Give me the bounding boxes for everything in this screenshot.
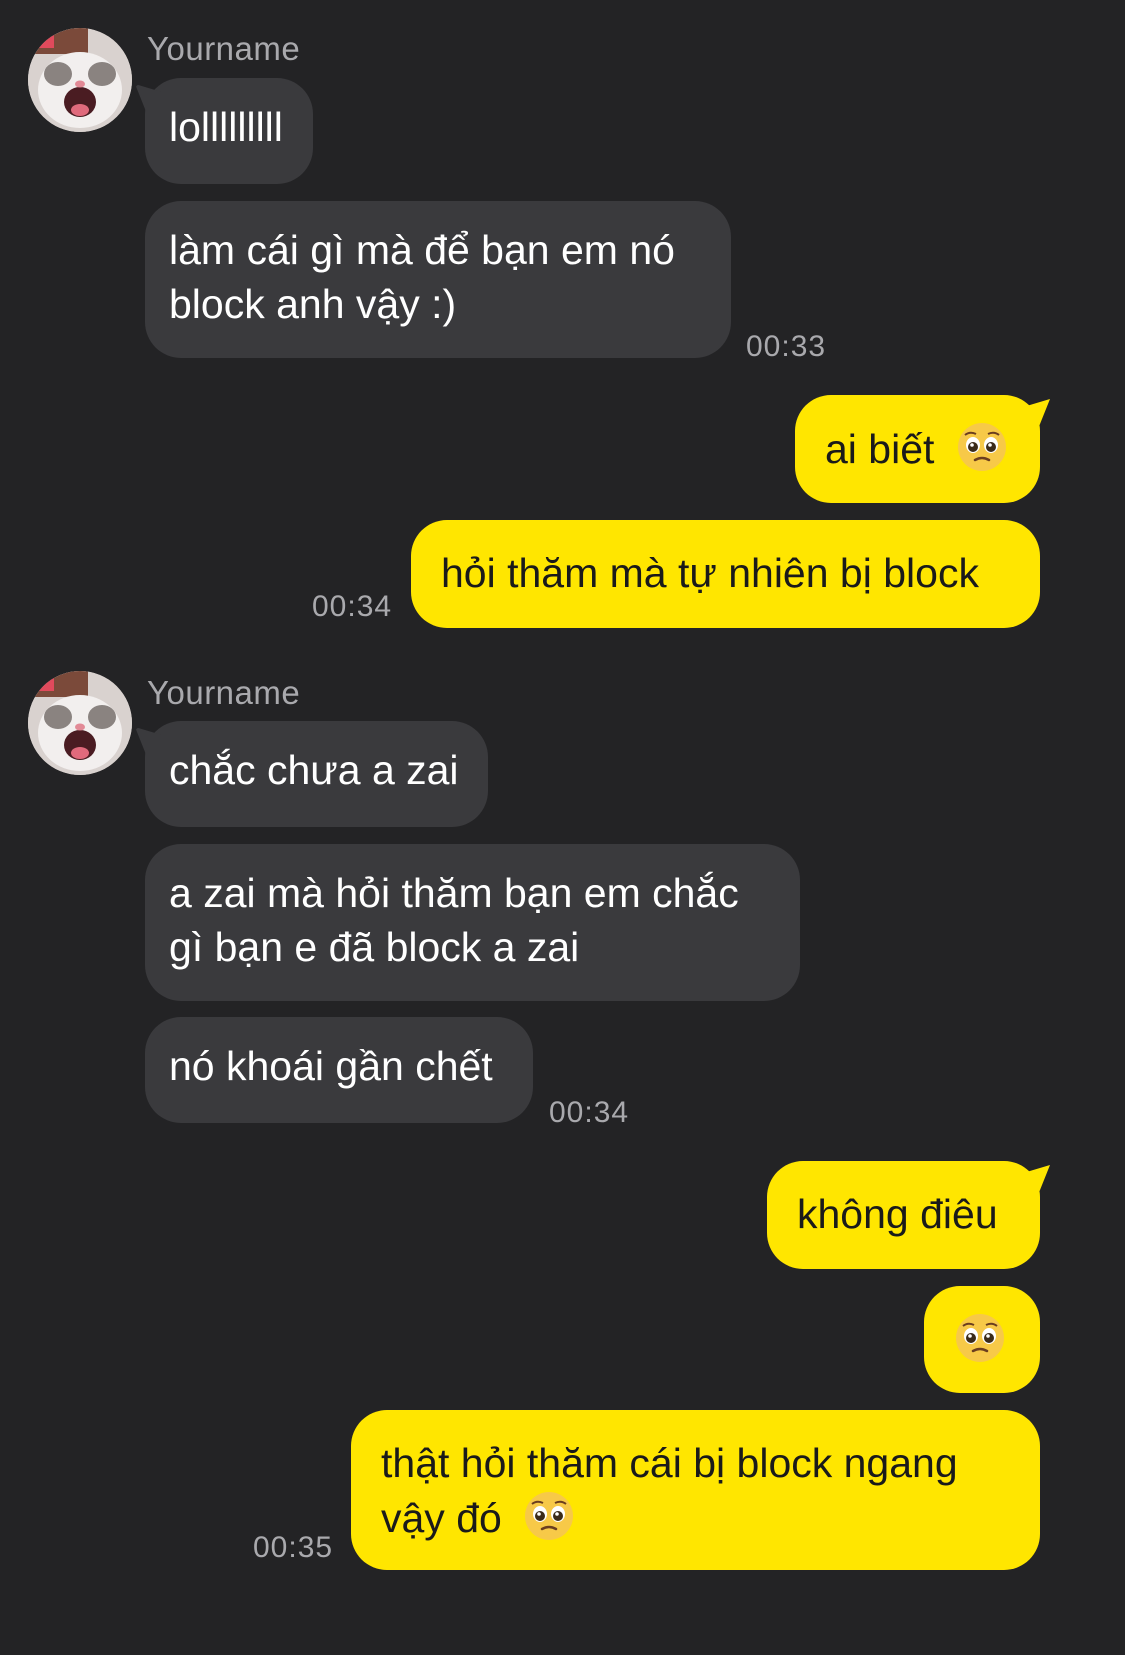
bubble-tail — [1024, 399, 1050, 425]
message-timestamp: 00:34 — [549, 1096, 630, 1129]
message-timestamp: 00:34 — [312, 590, 393, 623]
incoming-message[interactable]: chắc chưa a zai — [135, 721, 488, 827]
bubble-tail — [135, 84, 161, 110]
avatar[interactable] — [28, 671, 132, 775]
incoming-message[interactable]: làm cái gì mà để bạn em nó block anh vậy… — [145, 201, 731, 358]
message-text: làm cái gì mà để bạn em nó block anh vậy… — [169, 227, 675, 327]
outgoing-message[interactable] — [924, 1286, 1040, 1393]
message-timestamp: 00:35 — [253, 1531, 334, 1564]
sender-name: Yourname — [147, 674, 301, 711]
message-timestamp: 00:33 — [746, 330, 827, 363]
cat-avatar-icon — [28, 28, 132, 132]
outgoing-message[interactable]: không điêu — [767, 1161, 1050, 1269]
pleading-face-emoji-icon — [956, 421, 1008, 473]
outgoing-message[interactable]: thật hỏi thăm cái bị block ngang vậy đó — [351, 1410, 1040, 1570]
message-text: thật hỏi thăm cái bị block ngang vậy đó — [381, 1440, 958, 1541]
message-text: ai biết — [825, 426, 935, 472]
avatar[interactable] — [28, 28, 132, 132]
message-text: hỏi thăm mà tự nhiên bị block — [441, 550, 979, 596]
message-text: nó khoái gần chết — [169, 1043, 493, 1089]
pleading-face-emoji-icon — [954, 1312, 1006, 1364]
incoming-message[interactable]: nó khoái gần chết — [145, 1017, 533, 1123]
outgoing-message[interactable]: ai biết — [795, 395, 1050, 503]
message-text: a zai mà hỏi thăm bạn em chắc gì bạn e đ… — [169, 870, 739, 970]
pleading-face-emoji-icon — [523, 1490, 575, 1542]
message-text: lolllllllll — [169, 104, 283, 150]
cat-avatar-icon — [28, 671, 132, 775]
bubble-tail — [1024, 1165, 1050, 1191]
sender-name: Yourname — [147, 30, 301, 67]
message-text: không điêu — [797, 1191, 998, 1237]
bubble-tail — [135, 727, 161, 753]
incoming-message[interactable]: lolllllllll — [135, 78, 313, 184]
outgoing-message[interactable]: hỏi thăm mà tự nhiên bị block — [411, 520, 1040, 628]
incoming-message[interactable]: a zai mà hỏi thăm bạn em chắc gì bạn e đ… — [145, 844, 800, 1001]
message-text: chắc chưa a zai — [169, 747, 459, 793]
